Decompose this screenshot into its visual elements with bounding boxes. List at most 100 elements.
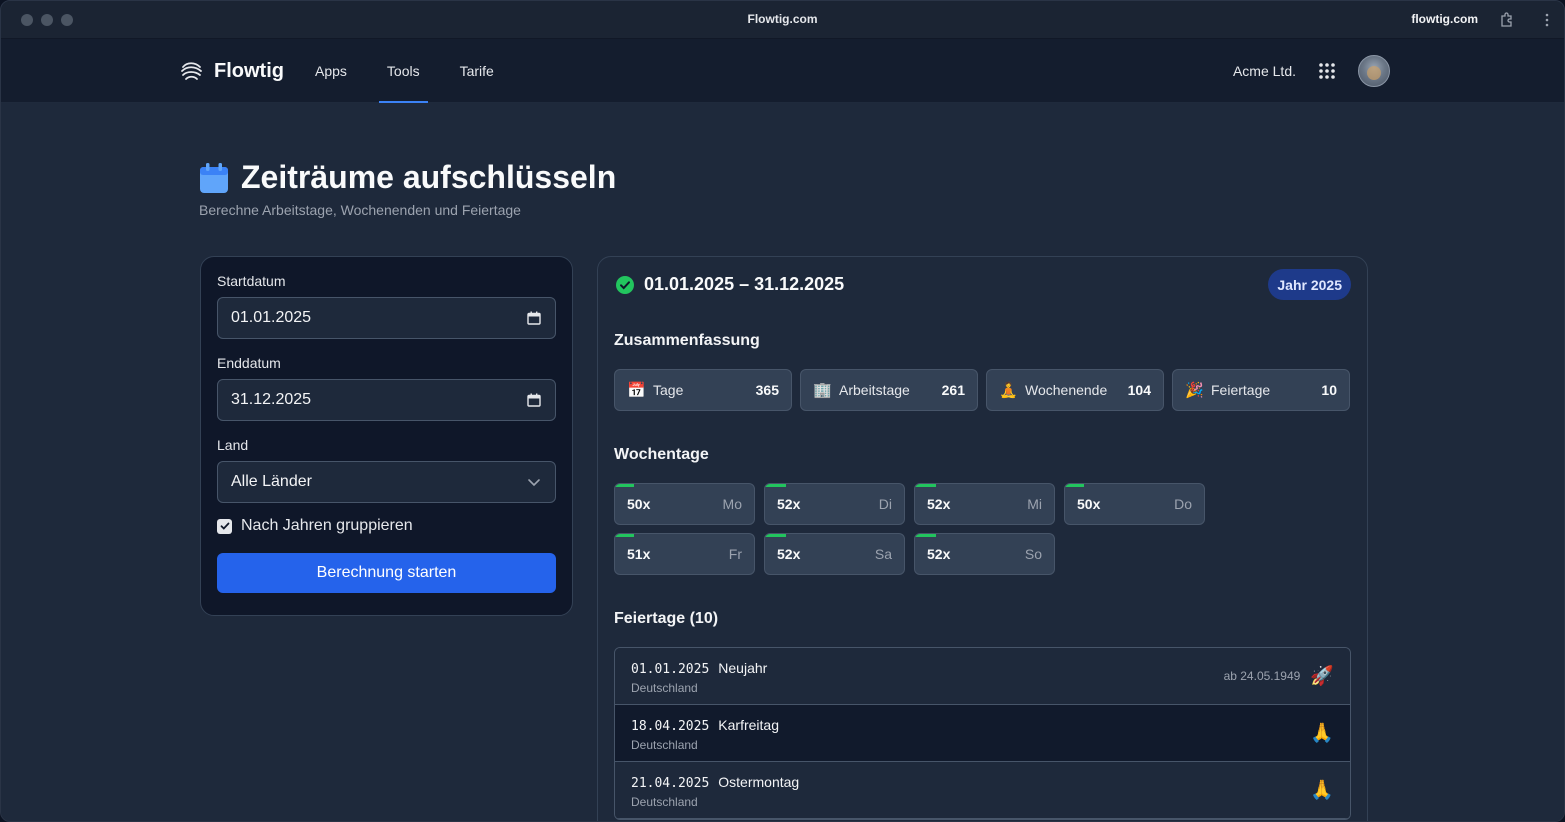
holiday-date: 21.04.2025 bbox=[631, 776, 710, 791]
weekday-progress-bar bbox=[765, 484, 786, 487]
start-date-label: Startdatum bbox=[217, 273, 286, 289]
weekday-count: 52x bbox=[927, 546, 951, 562]
extension-icon[interactable] bbox=[1499, 12, 1515, 28]
weekday-progress-bar bbox=[615, 484, 635, 487]
page-title: Zeiträume aufschlüsseln bbox=[241, 159, 617, 195]
browser-window: Flowtig.com flowtig.com Flowtig Apps Too… bbox=[0, 0, 1565, 822]
weekday-count: 52x bbox=[927, 496, 951, 512]
holiday-name: Karfreitag bbox=[718, 717, 779, 733]
stat-weekend: 🧘 Wochenende 104 bbox=[986, 369, 1164, 411]
weekday-name: Sa bbox=[874, 546, 892, 562]
office-emoji-icon: 🏢 bbox=[813, 382, 832, 399]
site-domain: flowtig.com bbox=[1411, 12, 1478, 26]
more-menu-icon[interactable] bbox=[1544, 12, 1550, 28]
holiday-country: Deutschland bbox=[631, 738, 698, 752]
stat-value: 10 bbox=[1321, 382, 1337, 398]
stat-value: 104 bbox=[1127, 382, 1151, 398]
nav-links: Apps Tools Tarife bbox=[311, 39, 530, 103]
holiday-date: 18.04.2025 bbox=[631, 719, 710, 734]
calendar-icon bbox=[200, 162, 228, 193]
page-header: Zeiträume aufschlüsseln Berechne Arbeits… bbox=[199, 159, 616, 218]
top-navigation: Flowtig Apps Tools Tarife Acme Ltd. bbox=[1, 39, 1564, 103]
stat-label: Feiertage bbox=[1211, 382, 1271, 398]
checkmark-icon bbox=[220, 522, 229, 530]
weekday-count: 50x bbox=[627, 496, 651, 512]
apps-grid-icon[interactable] bbox=[1318, 62, 1336, 80]
stat-holidays: 🎉 Feiertage 10 bbox=[1172, 369, 1350, 411]
holiday-list: 01.01.2025 Neujahr Deutschland ab 24.05.… bbox=[614, 647, 1351, 820]
result-header: 01.01.2025 – 31.12.2025 bbox=[616, 274, 844, 295]
stat-label: Wochenende bbox=[1025, 382, 1108, 398]
end-date-value: 31.12.2025 bbox=[231, 391, 312, 408]
start-date-value: 01.01.2025 bbox=[231, 309, 312, 326]
country-value: Alle Länder bbox=[231, 473, 312, 490]
calendar-picker-icon[interactable] bbox=[527, 311, 541, 325]
nav-link-tools[interactable]: Tools bbox=[378, 39, 428, 103]
calendar-picker-icon[interactable] bbox=[527, 393, 541, 407]
nav-link-apps[interactable]: Apps bbox=[311, 39, 351, 103]
weekday-progress-bar bbox=[1065, 484, 1085, 487]
weekday-name: Fr bbox=[728, 546, 742, 562]
weekday-progress-bar bbox=[765, 534, 786, 537]
window-title: Flowtig.com bbox=[747, 12, 818, 26]
organization-name[interactable]: Acme Ltd. bbox=[1233, 63, 1296, 79]
weekday-progress-bar bbox=[615, 534, 635, 537]
weekday-card: 52x Sa bbox=[764, 533, 905, 575]
year-badge: Jahr 2025 bbox=[1268, 269, 1351, 300]
holiday-row[interactable]: 18.04.2025 Karfreitag Deutschland 🙏 bbox=[615, 705, 1350, 762]
holiday-name: Neujahr bbox=[718, 660, 768, 676]
weekday-card: 52x Mi bbox=[914, 483, 1055, 525]
summary-title: Zusammenfassung bbox=[614, 332, 760, 349]
weekday-progress-bar bbox=[915, 534, 936, 537]
weekday-card: 52x Di bbox=[764, 483, 905, 525]
party-emoji-icon: 🎉 bbox=[1185, 382, 1204, 399]
flowtig-logo-icon bbox=[181, 62, 202, 80]
end-date-label: Enddatum bbox=[217, 355, 281, 371]
weekday-card: 51x Fr bbox=[614, 533, 755, 575]
start-calculation-button[interactable]: Berechnung starten bbox=[217, 553, 556, 593]
stat-label: Tage bbox=[653, 382, 684, 398]
weekdays-title: Wochentage bbox=[614, 446, 709, 463]
user-avatar[interactable] bbox=[1358, 55, 1390, 87]
nav-link-tarife[interactable]: Tarife bbox=[456, 39, 498, 103]
weekday-name: Do bbox=[1174, 496, 1192, 512]
weekday-progress-bar bbox=[915, 484, 936, 487]
weekday-name: So bbox=[1024, 546, 1042, 562]
nav-right: Acme Ltd. bbox=[1233, 55, 1390, 87]
holiday-row[interactable]: 21.04.2025 Ostermontag Deutschland 🙏 bbox=[615, 762, 1350, 819]
end-date-input[interactable]: 31.12.2025 bbox=[217, 379, 556, 421]
group-by-year-option[interactable]: Nach Jahren gruppieren bbox=[217, 517, 556, 535]
group-by-year-label: Nach Jahren gruppieren bbox=[241, 517, 413, 534]
weekday-count: 50x bbox=[1077, 496, 1101, 512]
weekday-name: Di bbox=[878, 496, 892, 512]
main-content: Zeiträume aufschlüsseln Berechne Arbeits… bbox=[1, 103, 1564, 821]
group-by-year-checkbox[interactable] bbox=[217, 518, 232, 534]
weekday-card: 50x Mo bbox=[614, 483, 755, 525]
stat-value: 261 bbox=[941, 382, 965, 398]
brand-name: Flowtig bbox=[214, 59, 284, 82]
start-date-input[interactable]: 01.01.2025 bbox=[217, 297, 556, 339]
summary-stats: 📅 Tage 365 🏢 Arbeitstage 261 🧘 Wochenend… bbox=[614, 369, 1350, 411]
holiday-since: ab 24.05.1949 bbox=[1223, 669, 1301, 683]
check-circle-icon bbox=[616, 275, 634, 294]
page-subtitle: Berechne Arbeitstage, Wochenenden und Fe… bbox=[199, 202, 521, 218]
rocket-icon: 🚀 bbox=[1310, 666, 1334, 687]
weekday-count: 51x bbox=[627, 546, 651, 562]
result-panel: 01.01.2025 – 31.12.2025 Jahr 2025 Zusamm… bbox=[597, 256, 1368, 821]
country-select[interactable]: Alle Länder bbox=[217, 461, 556, 503]
holiday-date: 01.01.2025 bbox=[631, 662, 710, 677]
praying-hands-icon: 🙏 bbox=[1310, 780, 1334, 801]
stat-days: 📅 Tage 365 bbox=[614, 369, 792, 411]
holiday-row[interactable]: 01.01.2025 Neujahr Deutschland ab 24.05.… bbox=[615, 648, 1350, 705]
date-range: 01.01.2025 – 31.12.2025 bbox=[644, 274, 845, 294]
weekday-card: 50x Do bbox=[1064, 483, 1205, 525]
weekday-name: Mi bbox=[1027, 496, 1042, 512]
calendar-emoji-icon: 📅 bbox=[627, 382, 646, 399]
holidays-title: Feiertage (10) bbox=[614, 610, 719, 627]
weekday-count: 52x bbox=[777, 546, 801, 562]
country-label: Land bbox=[217, 437, 249, 453]
title-bar: Flowtig.com flowtig.com bbox=[1, 1, 1564, 39]
brand[interactable]: Flowtig bbox=[179, 59, 284, 83]
weekday-count: 52x bbox=[777, 496, 801, 512]
calculation-form: Startdatum 01.01.2025 Enddatum 31.12.202… bbox=[200, 256, 573, 616]
